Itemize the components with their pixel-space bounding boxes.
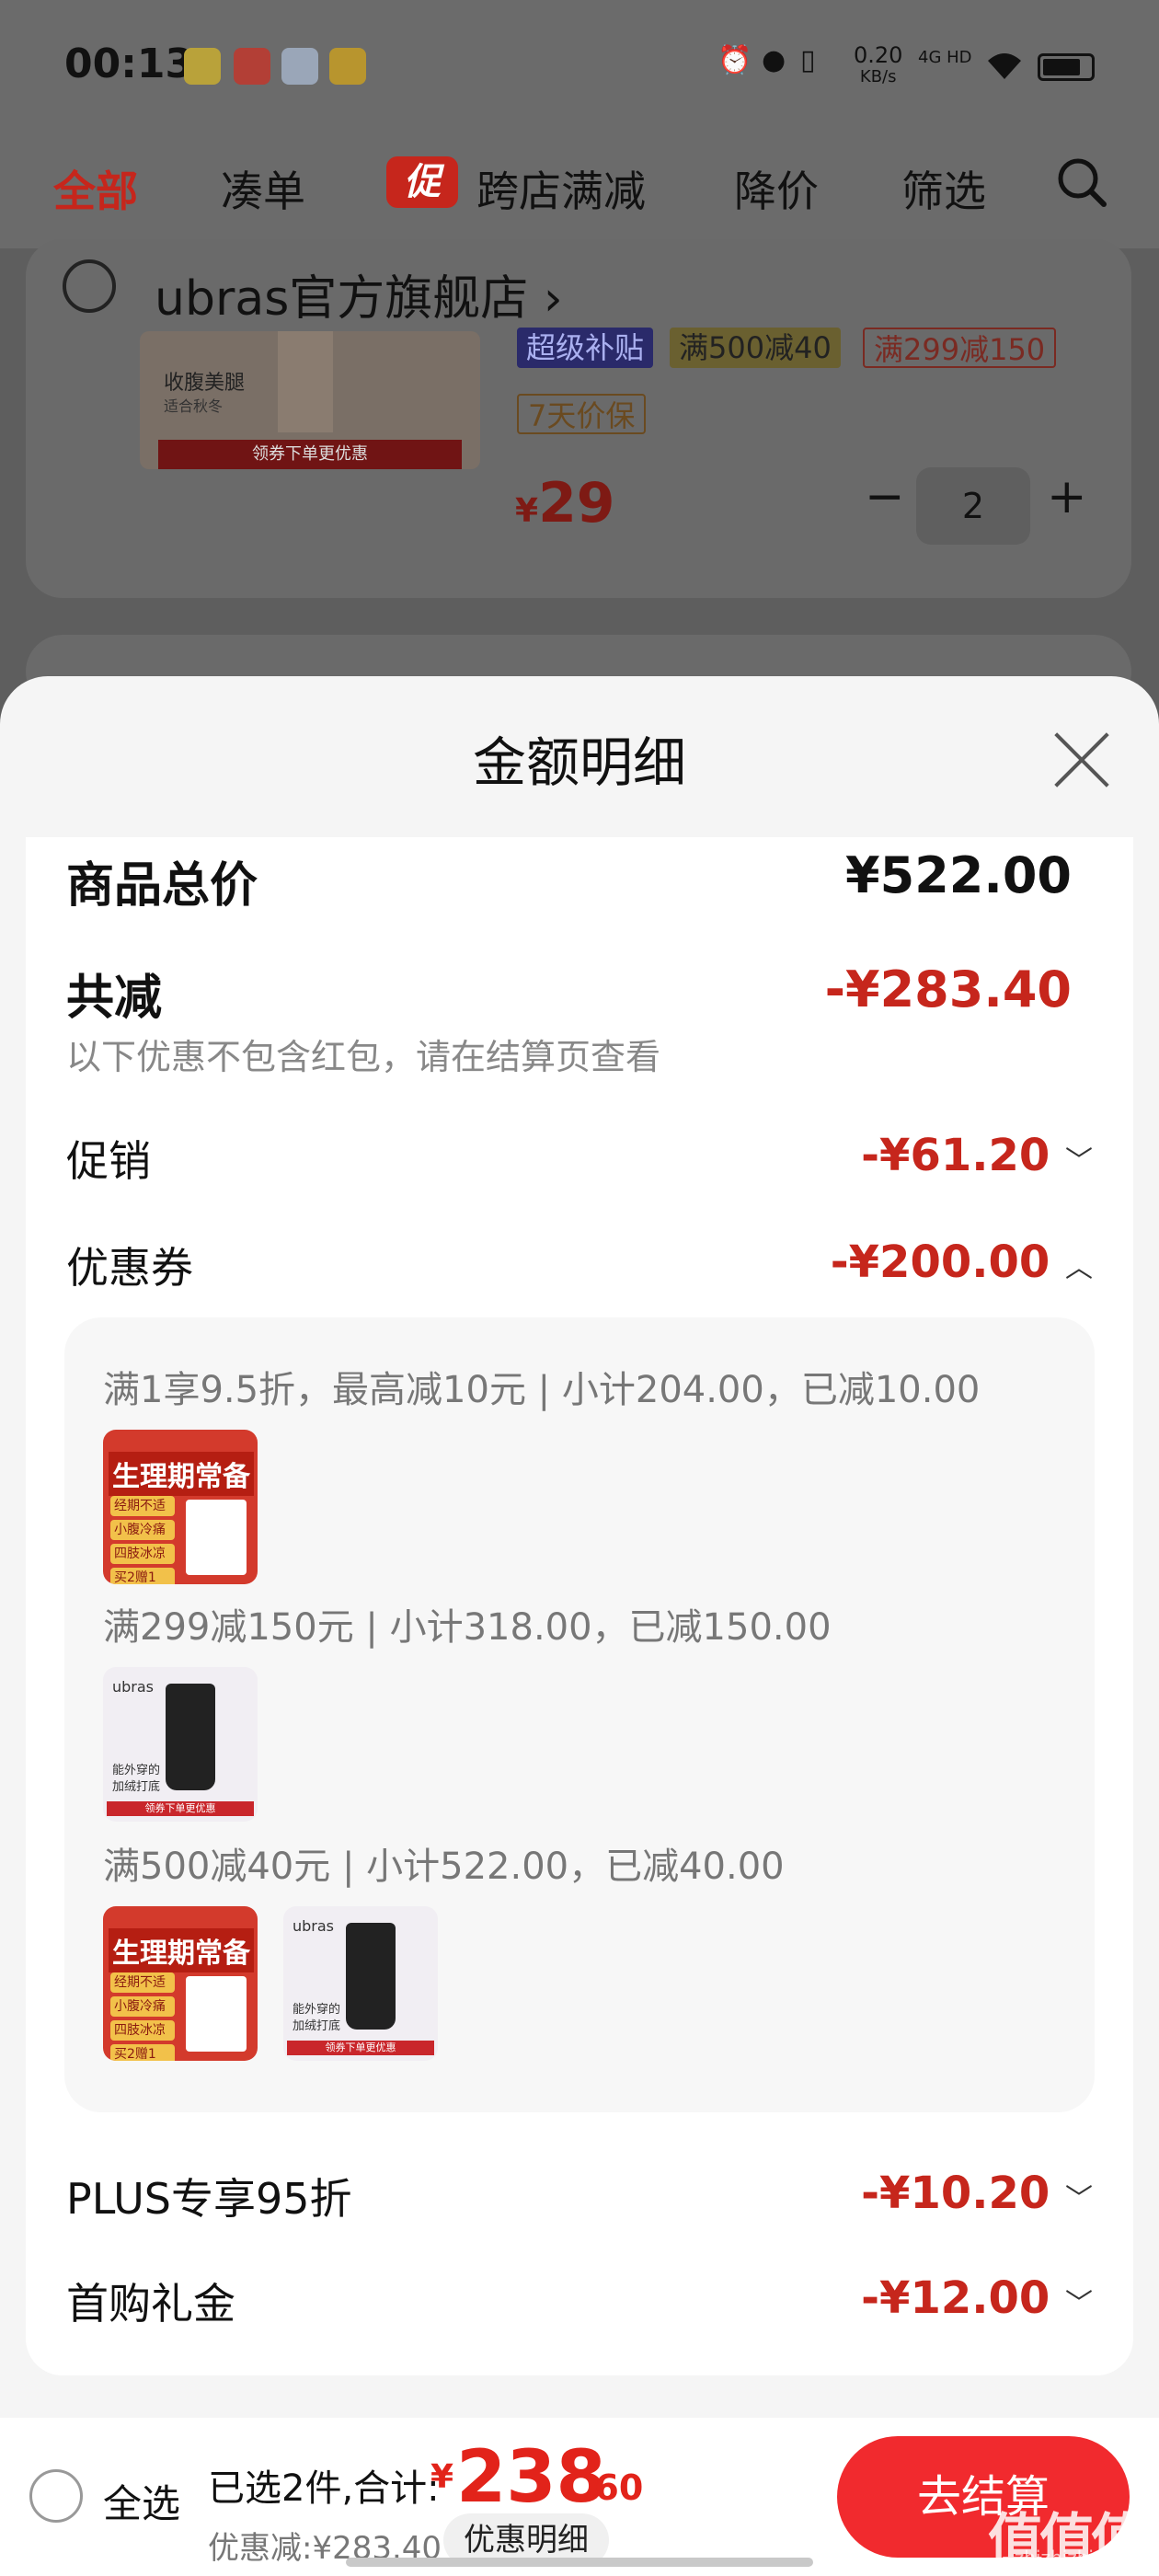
- total-currency: ¥: [430, 2458, 454, 2496]
- legging-shape: [346, 1923, 396, 2030]
- home-indicator[interactable]: [346, 2558, 813, 2567]
- wifi-icon: [986, 50, 1023, 81]
- thumb-banner: 生理期常备: [109, 1928, 254, 1972]
- product-box-shape: [186, 1500, 247, 1575]
- chevron-up-icon: ︿: [1065, 1252, 1093, 1284]
- product-image-band: 领券下单更优惠: [158, 440, 462, 469]
- product-box-shape: [186, 1976, 247, 2052]
- product-thumb-heat-patch[interactable]: 生理期常备 经期不适 小腹冷痛 四肢冰凉 买2赠1: [103, 1430, 258, 1584]
- total-price-label: 商品总价: [66, 858, 258, 914]
- close-icon[interactable]: [1049, 727, 1115, 793]
- product-thumb-heat-patch[interactable]: 生理期常备 经期不适 小腹冷痛 四肢冰凉 买2赠1: [103, 1906, 258, 2061]
- thumb-bullet: 四肢冰凉: [110, 2020, 175, 2041]
- plus-discount-label[interactable]: PLUS专享95折: [66, 2166, 351, 2226]
- thumb-bullet: 小腹冷痛: [110, 1520, 175, 1540]
- tab-cross-store-discount[interactable]: 跨店满减: [476, 158, 646, 219]
- coupon-group-text: 满299减150元 | 小计318.00，已减150.00: [103, 1606, 832, 1649]
- total-reduce-label: 共减: [66, 971, 163, 1026]
- thumb-banner: 生理期常备: [109, 1452, 254, 1496]
- tab-all[interactable]: 全部: [53, 158, 138, 219]
- status-time: 00:13: [64, 40, 194, 87]
- thumb-bullet: 小腹冷痛: [110, 1996, 175, 2017]
- thumb-brand: ubras: [112, 1678, 155, 1696]
- store-select-radio[interactable]: [63, 259, 116, 313]
- select-all-label[interactable]: 全选: [103, 2473, 180, 2529]
- chevron-down-icon: ﹀: [1065, 2288, 1093, 2320]
- selected-summary: 已选2件,合计:: [208, 2467, 440, 2510]
- chevron-right-icon: ›: [543, 271, 563, 327]
- tab-bundle[interactable]: 凑单: [221, 158, 305, 219]
- net-unit: KB/s: [859, 67, 897, 86]
- coupon-label[interactable]: 优惠券: [66, 1235, 193, 1295]
- thumb-bullet: 四肢冰凉: [110, 1544, 175, 1564]
- thumb-caption: 加绒打底: [112, 1780, 161, 1794]
- weibo-icon: [329, 48, 366, 85]
- meituan-icon: [184, 48, 221, 85]
- tag-super-subsidy: 超级补贴: [517, 328, 654, 368]
- sheet-title: 金额明细: [472, 731, 686, 794]
- product-price: ¥29: [515, 471, 615, 535]
- product-image[interactable]: 收腹美腿 适合秋冬 领券下单更优惠: [140, 331, 480, 469]
- thumb-caption: 能外穿的: [112, 1764, 161, 1777]
- qty-minus-button[interactable]: −: [865, 469, 905, 524]
- coupon-group-text: 满1享9.5折，最高减10元 | 小计204.00，已减10.00: [103, 1369, 981, 1411]
- watermark-url: zhizhizhi.com: [1014, 2547, 1139, 2569]
- chevron-down-icon: ﹀: [1065, 1145, 1093, 1178]
- vibrate-icon: ▯: [800, 44, 816, 76]
- pinduoduo-icon: [234, 48, 270, 85]
- tag-price-protect: 7天价保: [517, 394, 647, 434]
- store-name[interactable]: ubras官方旗舰店 ›: [155, 259, 563, 328]
- coupon-value[interactable]: -¥200.00 ︿: [831, 1236, 1093, 1288]
- total-reduce-value: -¥283.40: [824, 960, 1072, 1018]
- network-indicator: 4G HD: [918, 48, 972, 67]
- tag-500-minus-40: 满500减40: [670, 328, 841, 368]
- promo-badge: 促: [386, 156, 458, 208]
- promo-label[interactable]: 促销: [66, 1128, 151, 1189]
- alarm-icon: ⏰: [717, 44, 752, 76]
- thumb-bullet: 买2赠1: [110, 1568, 175, 1584]
- thumb-bullet: 经期不适: [110, 1972, 175, 1993]
- first-purchase-value[interactable]: -¥12.00 ﹀: [861, 2272, 1093, 2324]
- tab-filter[interactable]: 筛选: [901, 158, 986, 219]
- battery-icon: [1038, 53, 1095, 81]
- reduce-note: 以下优惠不包含红包，请在结算页查看: [66, 1037, 661, 1077]
- location-icon: ●: [762, 44, 786, 76]
- thumb-bullet: 经期不适: [110, 1496, 175, 1516]
- thumb-caption: 能外穿的: [293, 2003, 341, 2017]
- product-thumb-leggings[interactable]: ubras 能外穿的加绒打底 领券下单更优惠: [283, 1906, 438, 2061]
- tag-299-minus-150: 满299减150: [863, 328, 1057, 368]
- thumb-caption: 加绒打底: [293, 2019, 341, 2033]
- product-thumb-leggings[interactable]: ubras 能外穿的加绒打底 领券下单更优惠: [103, 1667, 258, 1822]
- product-image-sub: 适合秋冬: [164, 397, 224, 415]
- product-image-title: 收腹美腿: [164, 372, 246, 395]
- coupon-group-text: 满500减40元 | 小计522.00，已减40.00: [103, 1846, 785, 1888]
- thumb-strip: 领券下单更优惠: [107, 1801, 254, 1816]
- select-all-radio[interactable]: [29, 2469, 83, 2523]
- legging-shape: [166, 1684, 215, 1790]
- chevron-down-icon: ﹀: [1065, 2183, 1093, 2215]
- net-speed: 0.20: [854, 42, 903, 68]
- qty-value[interactable]: 2: [916, 467, 1030, 545]
- first-purchase-label[interactable]: 首购礼金: [66, 2271, 235, 2331]
- total-amount-decimal: .60: [581, 2467, 644, 2508]
- plus-discount-value[interactable]: -¥10.20 ﹀: [861, 2168, 1093, 2219]
- thumb-bullet: 买2赠1: [110, 2044, 175, 2061]
- search-icon[interactable]: [1054, 155, 1109, 210]
- product-leg-shape: [278, 331, 333, 432]
- iflytek-icon: [281, 48, 318, 85]
- qty-plus-button[interactable]: +: [1047, 469, 1087, 524]
- total-price-value: ¥522.00: [845, 846, 1072, 904]
- thumb-brand: ubras: [293, 1917, 335, 1935]
- thumb-strip: 领券下单更优惠: [287, 2041, 434, 2055]
- promo-value[interactable]: -¥61.20 ﹀: [861, 1130, 1093, 1181]
- tab-price-drop[interactable]: 降价: [734, 158, 819, 219]
